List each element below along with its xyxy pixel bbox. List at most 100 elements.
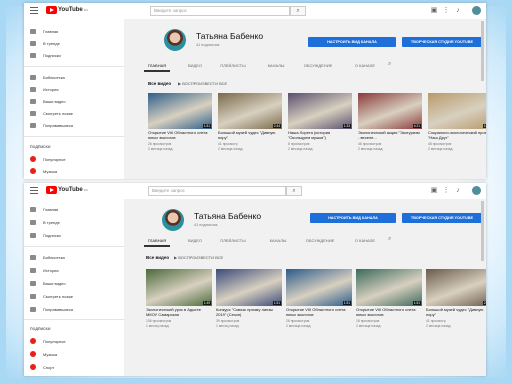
tab-discussion[interactable]: ОБСУЖДЕНИЕ: [302, 238, 338, 243]
account-avatar[interactable]: [472, 6, 481, 15]
tab-videos[interactable]: ВИДЕО: [184, 238, 206, 243]
video-title[interactable]: Социально-экологический проект "Наш Друг…: [428, 131, 486, 141]
tab-playlists[interactable]: ПЛЕЙЛИСТЫ: [216, 238, 250, 243]
customize-channel-button[interactable]: НАСТРОИТЬ ВИД КАНАЛА: [310, 213, 396, 223]
flame-icon: [30, 40, 36, 46]
tab-playlists[interactable]: ПЛЕЙЛИСТЫ: [216, 63, 250, 68]
video-title[interactable]: Открытие VIII Областного слета юных экол…: [356, 308, 422, 318]
sidebar-item-trending[interactable]: В тренде: [30, 218, 60, 226]
tab-videos[interactable]: ВИДЕО: [184, 63, 206, 68]
home-icon: [30, 28, 36, 34]
customize-channel-button[interactable]: НАСТРОИТЬ ВИД КАНАЛА: [308, 37, 396, 47]
sidebar-item-watch-later[interactable]: Смотреть позже: [30, 109, 73, 117]
search-button[interactable]: ⌕: [290, 6, 306, 16]
youtube-studio-button[interactable]: ТВОРЧЕСКАЯ СТУДИЯ YOUTUBE: [402, 37, 482, 47]
sidebar-sub-popular[interactable]: Популярное: [30, 155, 66, 163]
tab-channels[interactable]: КАНАЛЫ: [266, 238, 290, 243]
channel-search-icon[interactable]: ⌕: [388, 61, 394, 67]
notifications-icon[interactable]: ♪: [454, 7, 462, 15]
video-thumbnail[interactable]: 2:44: [426, 269, 486, 306]
sidebar-item-watch-later[interactable]: Смотреть позже: [30, 292, 73, 300]
video-title[interactable]: Экологический урок в Адыгее МКОУ Самарск…: [146, 308, 212, 318]
tab-home[interactable]: ГЛАВНАЯ: [144, 238, 170, 243]
video-thumbnail[interactable]: 1:51: [286, 269, 352, 306]
subscriptions-heading: ПОДПИСКИ: [30, 145, 51, 149]
sidebar-item-your-videos[interactable]: Ваши видео: [30, 279, 66, 287]
video-age: 2 месяца назад: [426, 324, 451, 328]
video-title[interactable]: Открытие VIII Областного слета юных экол…: [148, 131, 212, 141]
channel-name: Татьяна Бабенко: [194, 211, 262, 221]
history-icon: [30, 267, 36, 273]
sidebar-item-your-videos[interactable]: Ваши видео: [30, 97, 66, 105]
video-title[interactable]: Экологический акция "Экотуризм - веселе.…: [358, 131, 422, 141]
video-age: 2 месяца назад: [218, 147, 243, 151]
create-video-icon[interactable]: ▣: [430, 7, 438, 15]
sidebar-sub-sport[interactable]: Спорт: [30, 363, 54, 371]
sidebar-item-liked[interactable]: Понравившиеся: [30, 305, 73, 313]
search-button[interactable]: ⌕: [286, 186, 302, 196]
video-title[interactable]: Открытие VIII Областного слета юных экол…: [286, 308, 352, 318]
video-title[interactable]: Большой музей чудес "Дивную пору": [218, 131, 282, 141]
notifications-icon[interactable]: ♪: [454, 187, 462, 195]
video-thumbnail[interactable]: 2:44: [218, 93, 282, 129]
create-video-icon[interactable]: ▣: [430, 187, 438, 195]
tab-about[interactable]: О КАНАЛЕ: [350, 238, 380, 243]
sidebar-item-history[interactable]: История: [30, 266, 59, 274]
video-duration: 4:21: [412, 124, 421, 128]
channel-avatar[interactable]: [164, 29, 186, 51]
tab-about[interactable]: О КАНАЛЕ: [350, 63, 380, 68]
sidebar: Главная В тренде Подписки Библиотека Ист…: [24, 19, 124, 179]
video-views: 41 просмотр: [218, 142, 238, 146]
scrollbar[interactable]: [481, 21, 484, 81]
youtube-play-icon: [46, 186, 57, 194]
video-thumbnail[interactable]: 1:51: [148, 93, 212, 129]
sidebar-sub-music[interactable]: Музыка: [30, 167, 57, 175]
video-thumbnail[interactable]: 4:21: [358, 93, 422, 129]
history-icon: [30, 86, 36, 92]
search-input[interactable]: Введите запрос: [148, 186, 286, 196]
video-thumbnail[interactable]: 1:33: [288, 93, 352, 129]
youtube-logo[interactable]: YouTube RU: [46, 186, 88, 194]
sidebar-sub-music[interactable]: Музыка: [30, 350, 57, 358]
sidebar-item-liked[interactable]: Понравившиеся: [30, 121, 73, 129]
video-views: 18 просмотров: [356, 319, 380, 323]
video-title[interactable]: Большой музей чудес "Дивную пору": [426, 308, 486, 318]
flame-icon: [30, 219, 36, 225]
sidebar-item-library[interactable]: Библиотека: [30, 253, 65, 261]
sidebar-item-home[interactable]: Главная: [30, 205, 58, 213]
video-thumbnail[interactable]: 1:49: [146, 269, 212, 306]
video-duration: 1:33: [342, 124, 351, 128]
search-input[interactable]: Введите запрос: [150, 6, 290, 16]
apps-icon[interactable]: ⋮: [442, 187, 450, 195]
sidebar-item-subscriptions[interactable]: Подписки: [30, 51, 61, 59]
channel-search-icon[interactable]: ⌕: [388, 236, 394, 242]
youtube-logo[interactable]: YouTube RU: [46, 6, 88, 14]
sidebar-item-home[interactable]: Главная: [30, 27, 58, 35]
menu-icon[interactable]: [30, 187, 38, 194]
sidebar-item-trending[interactable]: В тренде: [30, 39, 60, 47]
sidebar-sub-popular[interactable]: Популярное: [30, 337, 66, 345]
video-title[interactable]: Конкурс "Сквозь призму линзы 2019" (Сезо…: [216, 308, 282, 318]
channel-avatar[interactable]: [162, 209, 184, 231]
sidebar-item-subscriptions[interactable]: Подписки: [30, 231, 61, 239]
video-views: 26 просмотров: [286, 319, 310, 323]
video-thumbnail[interactable]: 1:51: [356, 269, 422, 306]
tab-home[interactable]: ГЛАВНАЯ: [144, 63, 170, 68]
scrollbar[interactable]: [481, 201, 484, 261]
video-age: 2 месяца назад: [358, 147, 383, 151]
play-all-button[interactable]: ▶ ВОСПРОИЗВЕСТИ ВСЕ: [174, 255, 223, 260]
sidebar-item-history[interactable]: История: [30, 85, 59, 93]
apps-icon[interactable]: ⋮: [442, 7, 450, 15]
tab-discussion[interactable]: ОБСУЖДЕНИЕ: [300, 63, 336, 68]
play-all-button[interactable]: ▶ ВОСПРОИЗВЕСТИ ВСЕ: [178, 81, 227, 86]
video-title[interactable]: Наша Лорета (история "Окольцуем мушки"): [288, 131, 352, 141]
menu-icon[interactable]: [30, 7, 38, 14]
youtube-studio-button[interactable]: ТВОРЧЕСКАЯ СТУДИЯ YOUTUBE: [402, 213, 482, 223]
video-thumbnail[interactable]: 1:52: [428, 93, 486, 129]
account-avatar[interactable]: [472, 186, 481, 195]
video-thumbnail[interactable]: 1:51: [216, 269, 282, 306]
video-views: 48 просмотров: [428, 142, 452, 146]
screenshot-2: YouTube RU Введите запрос ⌕ ▣ ⋮ ♪ Главна…: [24, 183, 486, 376]
sidebar-item-library[interactable]: Библиотека: [30, 73, 65, 81]
tab-channels[interactable]: КАНАЛЫ: [264, 63, 288, 68]
